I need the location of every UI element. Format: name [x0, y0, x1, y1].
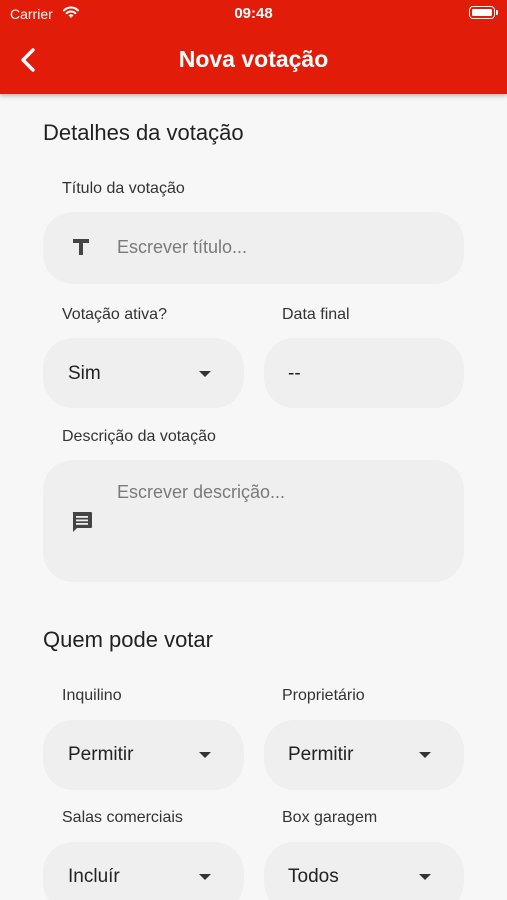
section-title-voters: Quem pode votar — [43, 627, 213, 652]
active-label: Votação ativa? — [62, 306, 167, 323]
commercial-select[interactable]: Incluír — [43, 842, 244, 900]
app-bar: Nova votação — [0, 28, 507, 94]
chevron-down-icon — [419, 874, 431, 880]
description-label: Descrição da votação — [62, 428, 216, 445]
description-placeholder: Escrever descrição... — [117, 482, 286, 502]
commercial-label: Salas comerciais — [62, 809, 183, 826]
text-format-icon — [73, 239, 89, 255]
chevron-down-icon — [199, 371, 211, 377]
screen: Carrier 09:48 Nova votação Detalhes da v… — [0, 0, 507, 900]
owner-value: Permitir — [288, 744, 354, 765]
title-placeholder: Escrever título... — [117, 237, 248, 257]
section-title-details: Detalhes da votação — [43, 120, 244, 145]
active-value: Sim — [68, 363, 101, 384]
chevron-down-icon — [199, 752, 211, 758]
page-title: Nova votação — [178, 46, 329, 72]
chevron-down-icon — [199, 874, 211, 880]
tenant-value: Permitir — [68, 744, 134, 765]
end-date-field[interactable]: -- — [264, 338, 464, 408]
comment-icon — [72, 512, 92, 532]
chevron-down-icon — [419, 752, 431, 758]
battery-icon — [469, 6, 498, 19]
status-bar: Carrier 09:48 — [0, 0, 507, 28]
clock: 09:48 — [234, 5, 273, 22]
end-date-value: -- — [288, 363, 301, 384]
owner-label: Proprietário — [282, 687, 365, 704]
garage-select[interactable]: Todos — [264, 842, 464, 900]
owner-select[interactable]: Permitir — [264, 720, 464, 790]
title-label: Título da votação — [62, 180, 185, 197]
tenant-select[interactable]: Permitir — [43, 720, 244, 790]
commercial-value: Incluír — [68, 866, 120, 887]
top-bar: Carrier 09:48 Nova votação — [0, 0, 507, 94]
garage-label: Box garagem — [282, 809, 378, 826]
active-select[interactable]: Sim — [43, 338, 244, 408]
garage-value: Todos — [288, 866, 339, 887]
end-date-label: Data final — [282, 306, 350, 323]
title-input[interactable]: Escrever título... — [43, 212, 464, 284]
description-input[interactable]: Escrever descrição... — [43, 460, 464, 582]
tenant-label: Inquilino — [62, 687, 122, 704]
